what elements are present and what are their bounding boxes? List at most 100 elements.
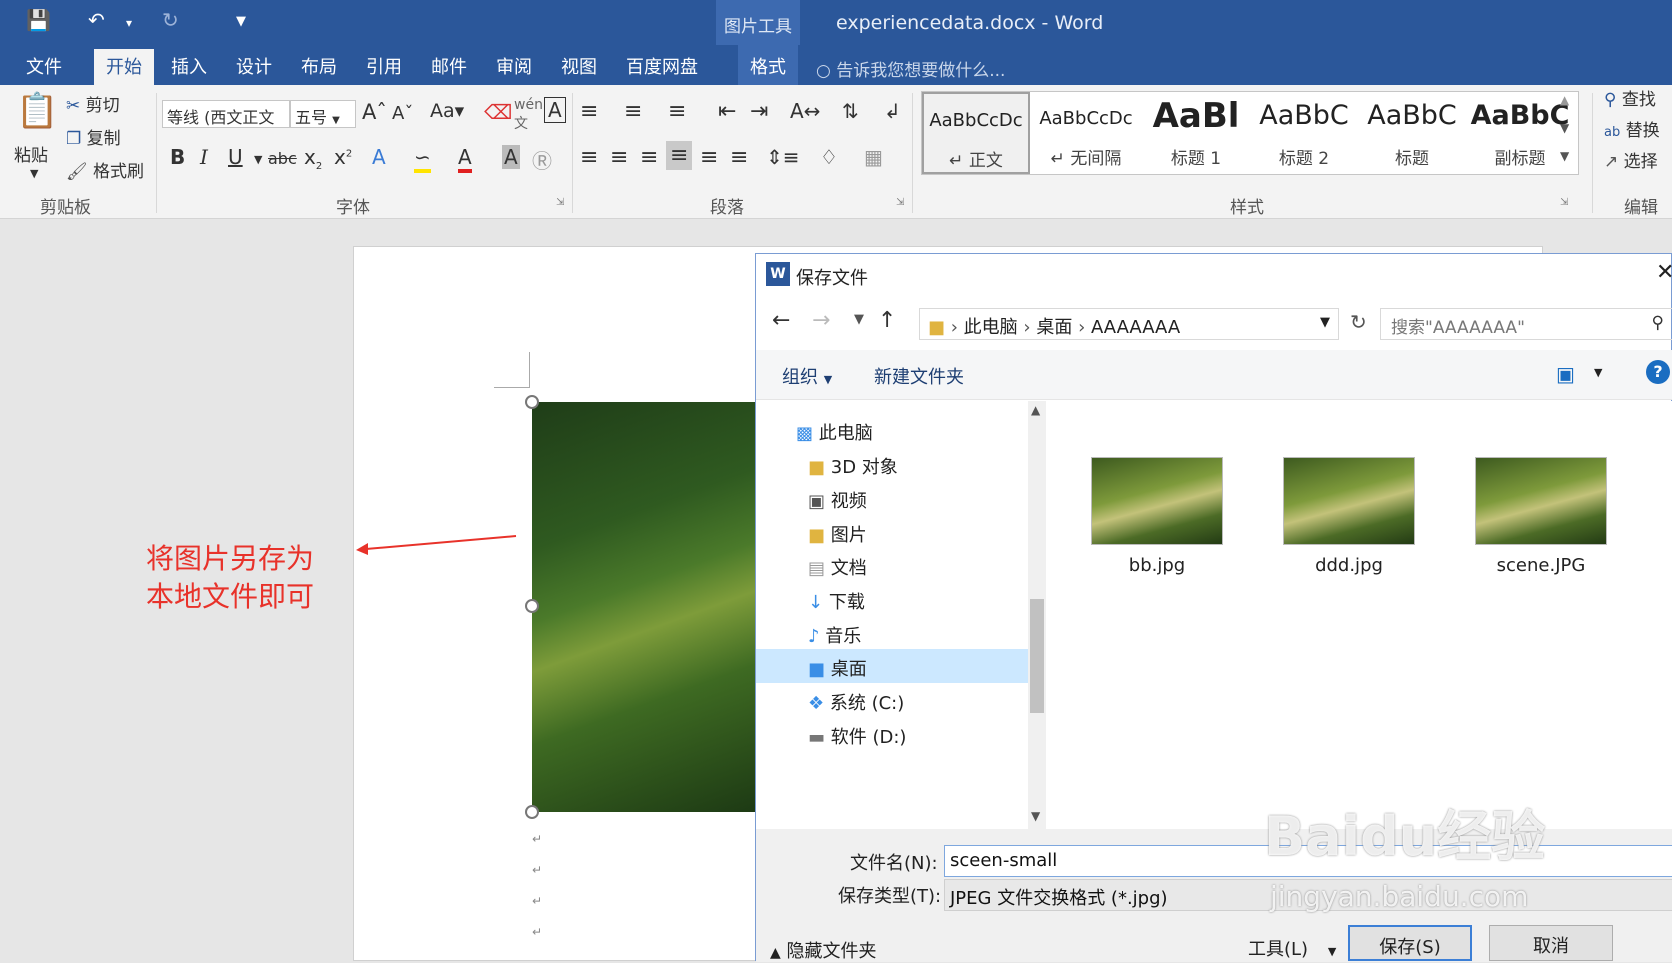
numbering-icon[interactable]: ≡ [624, 99, 642, 124]
file-item[interactable]: ddd.jpg [1279, 457, 1419, 576]
styles-dialog-launcher-icon[interactable]: ⇲ [1560, 197, 1568, 208]
styles-scroll-up-icon[interactable]: ▲ [1560, 93, 1569, 107]
style-no-spacing[interactable]: AaBbCcDc ↵ 无间隔 [1032, 92, 1140, 174]
italic-icon[interactable]: I [200, 145, 208, 169]
tell-me-box[interactable]: ○ 告诉我您想要做什么... [816, 56, 1005, 81]
close-icon[interactable]: ✕ [1656, 260, 1672, 285]
clear-formatting-icon[interactable]: ⌫ [484, 100, 512, 124]
breadcrumb-folder[interactable]: AAAAAAA [1091, 317, 1180, 338]
chevron-down-icon[interactable]: ▼ [1320, 315, 1330, 330]
style-heading-2[interactable]: AaBbC 标题 2 [1250, 92, 1358, 174]
superscript-icon[interactable]: x2 [334, 145, 352, 169]
text-direction-icon[interactable]: A↔ [790, 99, 820, 123]
grow-font-icon[interactable]: Aˆ [362, 100, 387, 124]
shading-icon[interactable]: ♢ [820, 145, 838, 169]
show-marks-icon[interactable]: ↲ [884, 99, 901, 123]
font-dialog-launcher-icon[interactable]: ⇲ [556, 197, 564, 208]
tab-review[interactable]: 审阅 [496, 53, 532, 79]
undo-icon[interactable]: ↶ [88, 8, 105, 32]
replace-button[interactable]: ab 替换 [1604, 116, 1660, 141]
save-button[interactable]: 保存(S) [1348, 925, 1472, 961]
multilevel-list-icon[interactable]: ≡ [668, 99, 686, 124]
nav-item-videos[interactable]: ▣ 视频 [808, 487, 867, 513]
subscript-icon[interactable]: x2 [304, 145, 322, 172]
help-icon[interactable]: ? [1646, 360, 1670, 384]
recent-locations-icon[interactable]: ▼ [854, 312, 864, 327]
tab-baidu-netdisk[interactable]: 百度网盘 [626, 53, 698, 79]
phonetic-guide-icon[interactable]: wén 文 [514, 97, 543, 133]
customize-qat-icon[interactable]: ▼ [236, 14, 246, 29]
forward-arrow-icon[interactable]: → [812, 308, 830, 333]
paragraph-dialog-launcher-icon[interactable]: ⇲ [896, 197, 904, 208]
decrease-indent-icon[interactable]: ⇤ [718, 99, 736, 124]
font-color-icon[interactable]: A [458, 145, 472, 173]
back-arrow-icon[interactable]: ← [772, 308, 790, 333]
nav-item-downloads[interactable]: ↓ 下载 [808, 588, 865, 614]
paste-icon[interactable]: 📋 [16, 91, 58, 131]
resize-handle[interactable] [525, 599, 539, 613]
distributed-icon[interactable]: ≡ [700, 145, 718, 170]
tab-design[interactable]: 设计 [236, 53, 272, 79]
search-input[interactable]: 搜索"AAAAAAA" ⚲ [1380, 308, 1672, 340]
nav-item-documents[interactable]: ▤ 文档 [808, 554, 867, 580]
tab-view[interactable]: 视图 [561, 53, 597, 79]
character-shading-icon[interactable]: A [502, 145, 520, 169]
borders-icon[interactable]: ▦ [864, 145, 883, 169]
address-bar[interactable]: ■ › 此电脑 › 桌面 › AAAAAAA ▼ [919, 308, 1339, 340]
tools-menu[interactable]: 工具(L) ▼ [1248, 935, 1336, 961]
line-spacing-icon[interactable]: ⇕≡ [766, 145, 800, 169]
save-icon[interactable]: 💾 [26, 8, 51, 32]
text-effects-icon[interactable]: A [372, 145, 386, 169]
enclose-characters-icon[interactable]: Ⓡ [532, 145, 552, 174]
breadcrumb-this-pc[interactable]: 此电脑 [964, 317, 1018, 338]
nav-item-3d-objects[interactable]: ■ 3D 对象 [808, 453, 898, 479]
bold-icon[interactable]: B [170, 145, 185, 169]
file-item[interactable]: scene.JPG [1471, 457, 1611, 576]
nav-item-desktop[interactable]: ■ 桌面 [756, 649, 1028, 683]
shrink-font-icon[interactable]: Aˇ [392, 103, 413, 124]
nav-item-this-pc[interactable]: ▩ 此电脑 [796, 419, 873, 445]
nav-item-drive-d[interactable]: ▬ 软件 (D:) [808, 723, 906, 749]
nav-item-music[interactable]: ♪ 音乐 [808, 622, 861, 648]
tab-home[interactable]: 开始 [94, 49, 154, 85]
redo-icon[interactable]: ↻ [162, 8, 179, 32]
align-right-icon[interactable]: ≡ [640, 145, 658, 170]
style-title[interactable]: AaBbC 标题 [1358, 92, 1466, 174]
file-item[interactable]: bb.jpg [1087, 457, 1227, 576]
nav-scrollbar[interactable]: ▲ ▼ [1028, 401, 1046, 829]
nav-item-drive-c[interactable]: ❖ 系统 (C:) [808, 689, 904, 715]
style-subtitle[interactable]: AaBbC 副标题 [1466, 92, 1574, 174]
style-normal[interactable]: AaBbCcDc ↵ 正文 [922, 92, 1030, 174]
styles-more-icon[interactable]: ▼ [1560, 149, 1569, 163]
refresh-icon[interactable]: ↻ [1350, 310, 1367, 334]
change-case-icon[interactable]: Aa▾ [430, 100, 464, 122]
tab-references[interactable]: 引用 [366, 53, 402, 79]
tab-layout[interactable]: 布局 [301, 53, 337, 79]
cancel-button[interactable]: 取消 [1489, 925, 1613, 961]
character-border-icon[interactable]: A [544, 97, 566, 123]
copy-button[interactable]: ❐ 复制 [66, 124, 121, 149]
resize-handle[interactable] [525, 395, 539, 409]
tab-insert[interactable]: 插入 [171, 53, 207, 79]
increase-indent-icon[interactable]: ⇥ [750, 99, 768, 124]
underline-dropdown-icon[interactable]: ▼ [254, 153, 262, 166]
resize-handle[interactable] [525, 805, 539, 819]
highlight-icon[interactable]: ∽ [414, 145, 431, 173]
format-painter-button[interactable]: 🖌 格式刷 [66, 157, 144, 182]
scroll-down-icon[interactable]: ▼ [1031, 809, 1040, 823]
nav-item-pictures[interactable]: ■ 图片 [808, 521, 867, 547]
justify-icon[interactable]: ≡ [666, 141, 693, 170]
scroll-thumb[interactable] [1030, 599, 1044, 713]
column-align-icon[interactable]: ≡ [730, 145, 748, 170]
selected-picture[interactable] [532, 402, 756, 812]
align-left-icon[interactable]: ≡ [580, 145, 598, 170]
sort-icon[interactable]: ⇅ [842, 99, 859, 123]
bullets-icon[interactable]: ≡ [580, 99, 598, 124]
strikethrough-icon[interactable]: abc [268, 149, 297, 168]
up-arrow-icon[interactable]: ↑ [878, 308, 896, 333]
hide-folders-toggle[interactable]: ▲ 隐藏文件夹 [770, 937, 877, 963]
styles-scroll-down-icon[interactable]: ▼ [1560, 121, 1569, 135]
tab-file[interactable]: 文件 [26, 53, 62, 79]
breadcrumb-desktop[interactable]: 桌面 [1036, 317, 1072, 338]
undo-dropdown-icon[interactable]: ▾ [126, 16, 132, 30]
